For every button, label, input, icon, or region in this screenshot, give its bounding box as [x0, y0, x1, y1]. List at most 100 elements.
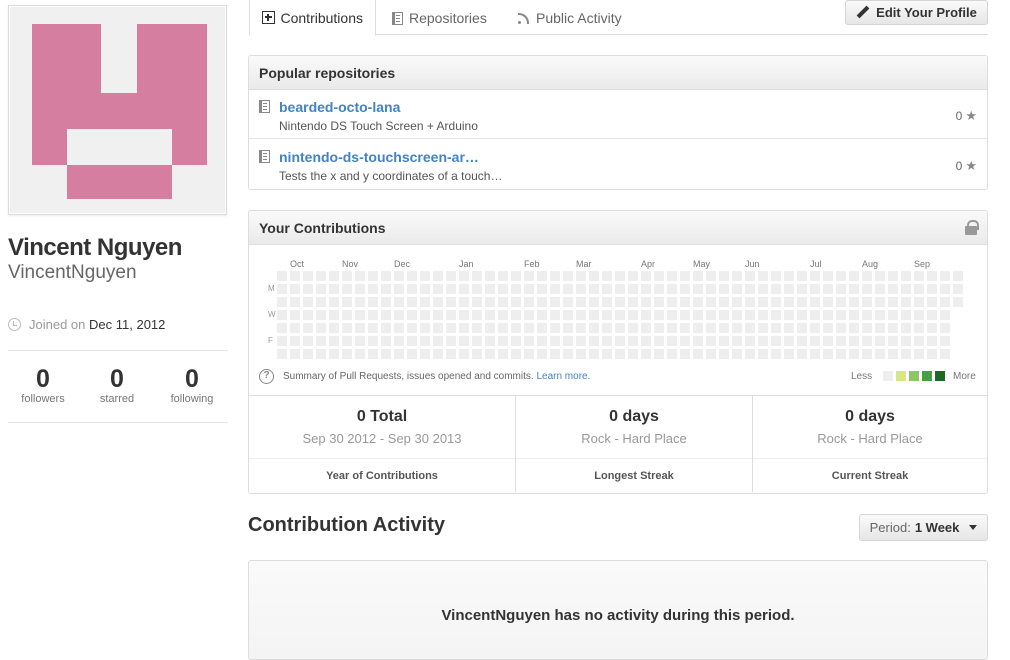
- calendar-day[interactable]: [628, 284, 638, 294]
- calendar-day[interactable]: [628, 323, 638, 333]
- calendar-day[interactable]: [498, 310, 508, 320]
- calendar-day[interactable]: [680, 271, 690, 281]
- calendar-day[interactable]: [576, 271, 586, 281]
- calendar-day[interactable]: [875, 323, 885, 333]
- calendar-day[interactable]: [420, 297, 430, 307]
- calendar-day[interactable]: [680, 284, 690, 294]
- calendar-day[interactable]: [875, 271, 885, 281]
- calendar-day[interactable]: [394, 297, 404, 307]
- calendar-day[interactable]: [693, 284, 703, 294]
- calendar-day[interactable]: [420, 271, 430, 281]
- calendar-day[interactable]: [277, 297, 287, 307]
- calendar-day[interactable]: [368, 336, 378, 346]
- calendar-day[interactable]: [511, 349, 521, 359]
- calendar-day[interactable]: [524, 349, 534, 359]
- calendar-day[interactable]: [823, 271, 833, 281]
- calendar-day[interactable]: [927, 297, 937, 307]
- calendar-day[interactable]: [823, 323, 833, 333]
- calendar-day[interactable]: [381, 336, 391, 346]
- calendar-day[interactable]: [836, 323, 846, 333]
- calendar-day[interactable]: [927, 310, 937, 320]
- calendar-day[interactable]: [303, 297, 313, 307]
- calendar-day[interactable]: [784, 284, 794, 294]
- calendar-day[interactable]: [784, 310, 794, 320]
- calendar-day[interactable]: [381, 284, 391, 294]
- calendar-day[interactable]: [498, 349, 508, 359]
- calendar-day[interactable]: [862, 310, 872, 320]
- starred-stat[interactable]: 0 starred: [82, 365, 152, 405]
- calendar-day[interactable]: [342, 297, 352, 307]
- calendar-day[interactable]: [420, 349, 430, 359]
- calendar-day[interactable]: [368, 310, 378, 320]
- calendar-day[interactable]: [719, 349, 729, 359]
- calendar-day[interactable]: [433, 323, 443, 333]
- calendar-day[interactable]: [290, 271, 300, 281]
- calendar-day[interactable]: [576, 336, 586, 346]
- calendar-day[interactable]: [550, 323, 560, 333]
- calendar-day[interactable]: [693, 310, 703, 320]
- calendar-day[interactable]: [758, 271, 768, 281]
- calendar-day[interactable]: [784, 336, 794, 346]
- calendar-day[interactable]: [758, 284, 768, 294]
- calendar-day[interactable]: [862, 284, 872, 294]
- calendar-day[interactable]: [511, 310, 521, 320]
- calendar-day[interactable]: [446, 271, 456, 281]
- calendar-day[interactable]: [693, 323, 703, 333]
- calendar-day[interactable]: [615, 310, 625, 320]
- calendar-day[interactable]: [472, 297, 482, 307]
- calendar-day[interactable]: [901, 297, 911, 307]
- period-select[interactable]: Period: 1 Week: [859, 514, 988, 541]
- calendar-day[interactable]: [381, 349, 391, 359]
- calendar-day[interactable]: [446, 349, 456, 359]
- calendar-day[interactable]: [693, 297, 703, 307]
- calendar-day[interactable]: [420, 310, 430, 320]
- calendar-day[interactable]: [498, 336, 508, 346]
- calendar-day[interactable]: [316, 336, 326, 346]
- calendar-day[interactable]: [433, 336, 443, 346]
- calendar-day[interactable]: [459, 284, 469, 294]
- calendar-day[interactable]: [342, 349, 352, 359]
- calendar-day[interactable]: [927, 336, 937, 346]
- calendar-day[interactable]: [901, 310, 911, 320]
- calendar-day[interactable]: [888, 297, 898, 307]
- calendar-day[interactable]: [680, 297, 690, 307]
- calendar-day[interactable]: [381, 323, 391, 333]
- calendar-day[interactable]: [888, 323, 898, 333]
- calendar-day[interactable]: [836, 284, 846, 294]
- calendar-day[interactable]: [888, 310, 898, 320]
- calendar-day[interactable]: [667, 323, 677, 333]
- calendar-day[interactable]: [407, 323, 417, 333]
- calendar-day[interactable]: [602, 336, 612, 346]
- calendar-day[interactable]: [316, 310, 326, 320]
- calendar-day[interactable]: [472, 310, 482, 320]
- calendar-day[interactable]: [446, 336, 456, 346]
- calendar-day[interactable]: [511, 271, 521, 281]
- calendar-day[interactable]: [485, 336, 495, 346]
- calendar-day[interactable]: [446, 323, 456, 333]
- calendar-day[interactable]: [719, 323, 729, 333]
- calendar-day[interactable]: [446, 284, 456, 294]
- help-icon[interactable]: ?: [259, 369, 274, 384]
- calendar-day[interactable]: [797, 310, 807, 320]
- calendar-day[interactable]: [537, 336, 547, 346]
- calendar-day[interactable]: [667, 271, 677, 281]
- calendar-day[interactable]: [394, 323, 404, 333]
- calendar-day[interactable]: [277, 349, 287, 359]
- calendar-day[interactable]: [394, 310, 404, 320]
- calendar-day[interactable]: [719, 284, 729, 294]
- calendar-day[interactable]: [316, 271, 326, 281]
- calendar-day[interactable]: [277, 284, 287, 294]
- calendar-day[interactable]: [550, 310, 560, 320]
- calendar-day[interactable]: [589, 297, 599, 307]
- calendar-day[interactable]: [810, 336, 820, 346]
- calendar-day[interactable]: [615, 336, 625, 346]
- calendar-day[interactable]: [862, 297, 872, 307]
- calendar-day[interactable]: [927, 271, 937, 281]
- calendar-day[interactable]: [524, 323, 534, 333]
- calendar-day[interactable]: [667, 310, 677, 320]
- calendar-day[interactable]: [667, 349, 677, 359]
- calendar-day[interactable]: [277, 336, 287, 346]
- calendar-day[interactable]: [810, 310, 820, 320]
- calendar-day[interactable]: [862, 271, 872, 281]
- calendar-day[interactable]: [641, 271, 651, 281]
